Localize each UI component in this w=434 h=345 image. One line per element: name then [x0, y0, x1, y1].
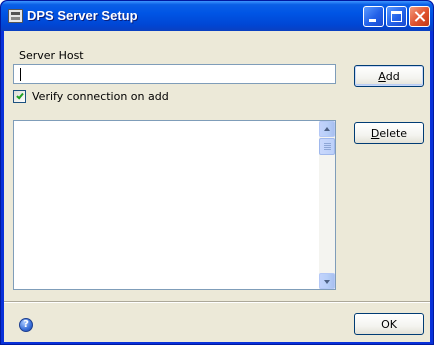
grip-line [324, 143, 331, 144]
maximize-button[interactable] [386, 6, 407, 27]
grip-line [324, 145, 331, 146]
scroll-down-button[interactable] [319, 273, 335, 289]
chevron-down-icon [324, 280, 330, 284]
scrollbar-thumb[interactable] [319, 138, 335, 155]
ok-button[interactable]: OK [354, 313, 424, 335]
add-label-rest: dd [385, 69, 400, 83]
vertical-scrollbar[interactable] [319, 121, 335, 289]
verify-connection-checkbox[interactable] [13, 90, 26, 103]
grip-line [324, 149, 331, 150]
scroll-up-button[interactable] [319, 121, 335, 137]
text-caret [20, 68, 21, 81]
grip-line [324, 147, 331, 148]
app-window-icon[interactable] [8, 9, 23, 23]
window-title: DPS Server Setup [27, 8, 138, 23]
help-icon[interactable]: ? [19, 318, 33, 332]
verify-connection-label[interactable]: Verify connection on add [32, 90, 169, 103]
delete-mnemonic: D [370, 126, 380, 140]
delete-button[interactable]: Delete [354, 122, 424, 144]
delete-label-rest: elete [379, 126, 408, 140]
dialog-client-area: Server Host Verify connection on add A d… [4, 31, 430, 342]
dialog-window: DPS Server Setup Server Host Verify conn… [0, 0, 434, 345]
server-host-label: Server Host [19, 49, 84, 62]
checkmark-icon [16, 91, 24, 100]
minimize-icon [369, 19, 376, 22]
chevron-up-icon [324, 127, 330, 131]
footer-divider [4, 301, 430, 303]
add-mnemonic: A [378, 69, 386, 83]
close-icon [410, 7, 429, 26]
title-bar[interactable]: DPS Server Setup [1, 1, 433, 31]
add-button[interactable]: Add [354, 65, 424, 87]
minimize-button[interactable] [363, 6, 384, 27]
server-list[interactable] [13, 120, 336, 290]
server-host-input[interactable] [13, 64, 336, 84]
close-button[interactable] [409, 6, 430, 27]
maximize-icon [391, 11, 402, 22]
